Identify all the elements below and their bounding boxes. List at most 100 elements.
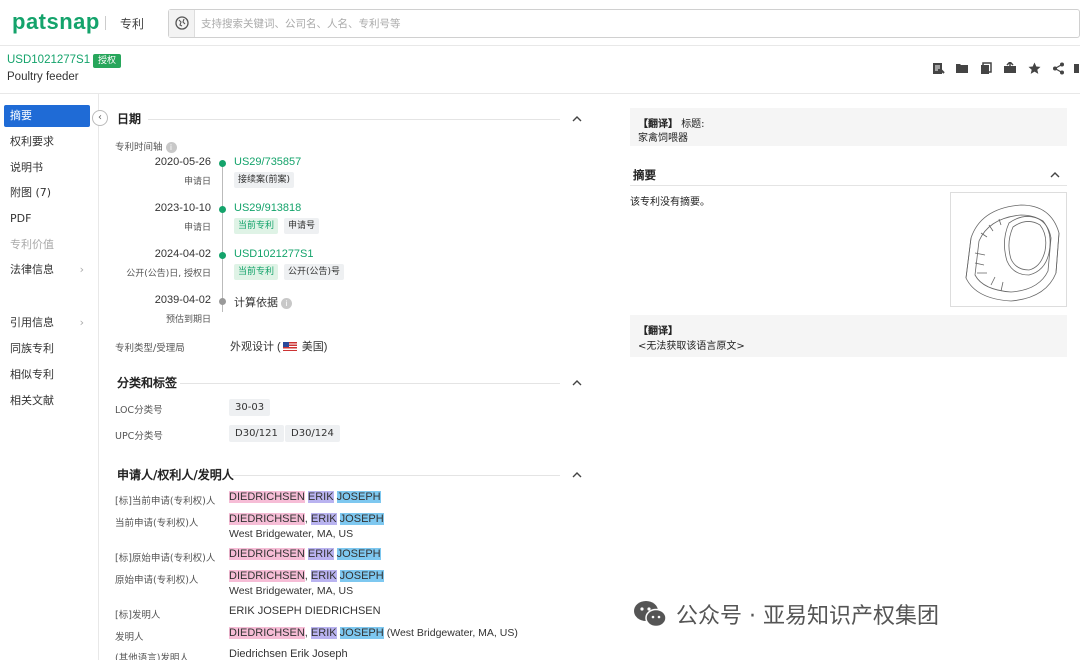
timeline-link[interactable]: US29/913818 xyxy=(234,202,301,214)
feeder-drawing-icon xyxy=(951,193,1068,308)
timeline-dot xyxy=(219,252,226,259)
sidebar-item-claims[interactable]: 权利要求 xyxy=(4,131,90,153)
toolbar xyxy=(930,60,1080,78)
module-label[interactable]: 专利 xyxy=(120,15,144,32)
section-divider xyxy=(148,119,560,120)
chevron-left-icon: ‹ xyxy=(98,112,102,123)
party-label: [标]当前申请(专利权)人 xyxy=(115,493,215,507)
party-name[interactable]: DIEDRICHSEN, ERIK JOSEPH xyxy=(229,513,384,525)
timeline-date: 2039-04-02 xyxy=(111,294,211,306)
party-address: West Bridgewater, MA, US xyxy=(229,585,353,597)
type-value: 外观设计 ( 美国) xyxy=(230,338,327,354)
parties-section-title: 申请人/权利人/发明人 xyxy=(117,466,234,483)
sidebar-item-description[interactable]: 说明书 xyxy=(4,157,90,179)
dates-section-title: 日期 xyxy=(117,110,141,127)
timeline-sub: 公开(公告)日, 授权日 xyxy=(111,266,211,279)
upc-tag[interactable]: D30/121 xyxy=(229,425,284,442)
sidebar-item-value: 专利价值 xyxy=(4,234,90,256)
info-icon[interactable]: i xyxy=(281,298,292,309)
translated-original-box: 【翻译】 <无法获取该语言原文> xyxy=(630,315,1067,357)
star-icon[interactable] xyxy=(1026,60,1042,76)
patsnap-logo[interactable]: patsnap xyxy=(12,9,100,35)
loc-label: LOC分类号 xyxy=(115,402,163,416)
timeline-sub: 申请日 xyxy=(111,220,211,233)
folder-icon[interactable] xyxy=(954,60,970,76)
tag: 当前专利 xyxy=(234,218,278,234)
party-name[interactable]: DIEDRICHSEN ERIK JOSEPH xyxy=(229,548,381,560)
sidebar-item-abstract[interactable]: 摘要 xyxy=(4,105,90,127)
timeline-sub: 预估到期日 xyxy=(111,312,211,325)
timeline-link[interactable]: USD1021277S1 xyxy=(234,248,314,260)
timeline-label: 专利时间轴 i xyxy=(115,139,177,153)
tag: 接续案(前案) xyxy=(234,172,294,188)
inventor-name[interactable]: DIEDRICHSEN, ERIK JOSEPH (West Bridgewat… xyxy=(229,627,518,639)
collapse-section-icon[interactable] xyxy=(1050,170,1060,180)
translated-title: 家禽饲喂器 xyxy=(638,129,688,144)
timeline-dot xyxy=(219,206,226,213)
party-label: 原始申请(专利权)人 xyxy=(115,572,198,586)
chevron-right-icon: › xyxy=(80,259,84,281)
copy-icon[interactable] xyxy=(978,60,994,76)
patent-drawing-thumbnail[interactable] xyxy=(950,192,1067,307)
other-lang-inventor-label: (其他语言)发明人 xyxy=(115,650,189,660)
translate-tag: 【翻译】 xyxy=(638,322,678,337)
watermark: 公众号 · 亚易知识产权集团 xyxy=(632,598,939,630)
section-divider xyxy=(630,185,1067,186)
party-address: West Bridgewater, MA, US xyxy=(229,528,353,540)
abstract-text: 该专利没有摘要。 xyxy=(630,193,710,208)
timeline-link[interactable]: US29/735857 xyxy=(234,156,301,168)
translated-title-box: 【翻译】 标题: 家禽饲喂器 xyxy=(630,108,1067,146)
sidebar-item-family[interactable]: 同族专利 xyxy=(4,338,90,360)
sidebar-item-citations[interactable]: 引用信息 › xyxy=(4,312,90,334)
sidebar-item-similar[interactable]: 相似专利 xyxy=(4,364,90,386)
info-icon[interactable]: i xyxy=(166,142,177,153)
sidebar-item-related[interactable]: 相关文献 xyxy=(4,390,90,412)
header-divider xyxy=(0,93,1080,94)
chevron-right-icon: › xyxy=(80,312,84,334)
watermark-text: 公众号 · 亚易知识产权集团 xyxy=(676,598,939,630)
no-original-text: <无法获取该语言原文> xyxy=(638,337,745,352)
globe-icon[interactable] xyxy=(169,10,195,37)
top-bar: patsnap 专利 xyxy=(0,0,1080,46)
timeline-date: 2024-04-02 xyxy=(111,248,211,260)
upc-tag[interactable]: D30/124 xyxy=(285,425,340,442)
export-icon[interactable] xyxy=(1002,60,1018,76)
type-label: 专利类型/受理局 xyxy=(115,340,185,354)
collapse-section-icon[interactable] xyxy=(572,470,582,480)
collapse-section-icon[interactable] xyxy=(572,114,582,124)
sidebar-item-label: 法律信息 xyxy=(10,263,54,276)
sidebar-item-figures[interactable]: 附图 (7) xyxy=(4,182,90,204)
sidebar-item-legal[interactable]: 法律信息 › xyxy=(4,259,90,281)
other-lang-inventor-value: Diedrichsen Erik Joseph xyxy=(229,648,348,660)
tag: 公开(公告)号 xyxy=(284,264,344,280)
abstract-section-title: 摘要 xyxy=(633,167,656,183)
tag: 申请号 xyxy=(284,218,319,234)
inventor-std-value: ERIK JOSEPH DIEDRICHSEN xyxy=(229,605,381,617)
wechat-icon xyxy=(632,599,668,629)
more-icon[interactable] xyxy=(1074,60,1080,76)
search-box[interactable] xyxy=(168,9,1080,38)
us-flag-icon xyxy=(283,342,297,351)
timeline-date: 2020-05-26 xyxy=(111,156,211,168)
party-name[interactable]: DIEDRICHSEN ERIK JOSEPH xyxy=(229,491,381,503)
tag: 当前专利 xyxy=(234,264,278,280)
section-divider xyxy=(180,383,560,384)
loc-tag[interactable]: 30-03 xyxy=(229,399,270,416)
classification-section-title: 分类和标签 xyxy=(117,374,177,391)
timeline-sub: 申请日 xyxy=(111,174,211,187)
timeline-dot xyxy=(219,160,226,167)
collapse-section-icon[interactable] xyxy=(572,378,582,388)
timeline-date: 2023-10-10 xyxy=(111,202,211,214)
sidebar-item-label: 引用信息 xyxy=(10,316,54,329)
collapse-sidebar-button[interactable]: ‹ xyxy=(92,110,108,126)
edit-note-icon[interactable] xyxy=(930,60,946,76)
divider xyxy=(105,16,106,30)
status-badge: 授权 xyxy=(93,54,121,68)
share-icon[interactable] xyxy=(1050,60,1066,76)
party-label: [标]原始申请(专利权)人 xyxy=(115,550,215,564)
search-input[interactable] xyxy=(201,15,1061,32)
sidebar-item-pdf[interactable]: PDF xyxy=(4,208,90,230)
inventor-std-label: [标]发明人 xyxy=(115,607,160,621)
sidebar: 摘要 权利要求 说明书 附图 (7) PDF 专利价值 法律信息› 引用信息› … xyxy=(0,94,99,660)
party-name[interactable]: DIEDRICHSEN, ERIK JOSEPH xyxy=(229,570,384,582)
